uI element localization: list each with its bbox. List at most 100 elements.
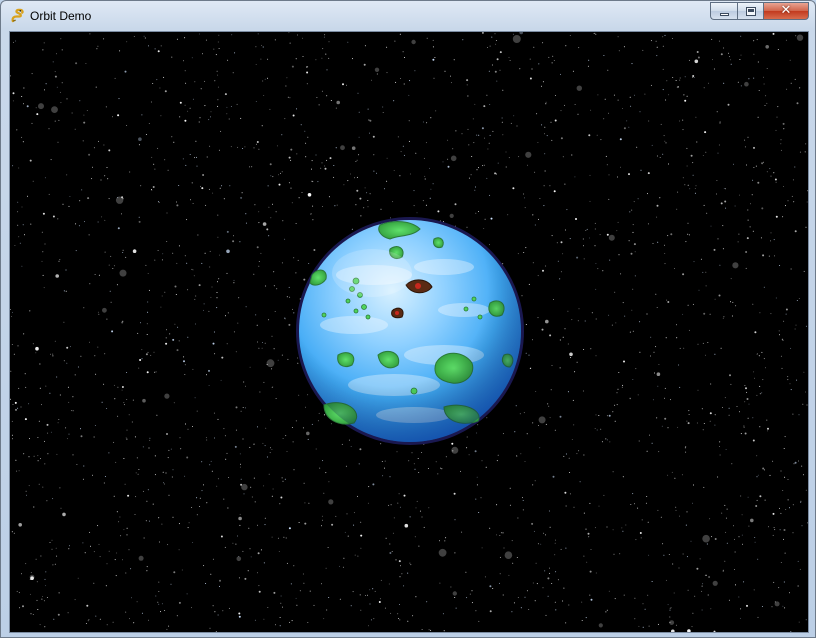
star	[17, 345, 19, 347]
star	[635, 368, 637, 370]
star	[554, 119, 557, 122]
star	[740, 433, 742, 435]
star	[242, 148, 244, 149]
star	[372, 588, 374, 590]
star	[529, 77, 532, 80]
star	[210, 296, 212, 298]
star	[161, 523, 163, 525]
star	[552, 55, 554, 57]
star	[414, 468, 416, 470]
star	[606, 526, 608, 528]
star	[594, 428, 596, 429]
star	[244, 146, 246, 148]
star	[230, 106, 232, 107]
star	[196, 165, 198, 167]
star	[286, 296, 288, 298]
star	[502, 134, 504, 136]
maximize-button[interactable]	[737, 2, 763, 20]
star	[120, 535, 122, 537]
star	[28, 485, 30, 487]
star	[606, 164, 608, 166]
bright-star-glow	[164, 393, 170, 399]
star	[534, 224, 536, 226]
star	[174, 285, 177, 288]
star	[258, 590, 261, 593]
star	[80, 355, 82, 357]
star	[418, 472, 420, 473]
star	[659, 197, 661, 199]
star	[303, 582, 305, 584]
star	[725, 531, 727, 533]
star	[744, 146, 746, 148]
star	[554, 429, 556, 431]
star	[780, 562, 782, 563]
star	[204, 80, 206, 82]
star	[734, 205, 736, 207]
star	[123, 529, 125, 531]
star	[763, 469, 765, 471]
star	[517, 517, 519, 519]
star	[720, 53, 723, 56]
star	[461, 531, 463, 533]
star	[576, 256, 579, 259]
star	[746, 164, 747, 166]
star	[681, 474, 683, 476]
star	[789, 592, 790, 594]
star	[384, 460, 386, 462]
star	[526, 433, 528, 435]
star	[443, 630, 445, 632]
minimize-button[interactable]	[710, 2, 737, 20]
star	[717, 152, 719, 154]
star	[548, 510, 550, 512]
star	[160, 115, 162, 117]
star	[623, 127, 626, 130]
close-button[interactable]: ✕	[763, 2, 809, 20]
star	[789, 383, 791, 385]
star	[625, 524, 627, 526]
star	[142, 446, 144, 448]
star	[538, 63, 540, 65]
star	[223, 198, 225, 200]
star	[587, 532, 590, 535]
star	[725, 449, 727, 450]
star	[199, 497, 201, 499]
star	[209, 145, 211, 147]
star	[217, 214, 219, 216]
star	[593, 33, 595, 34]
star	[191, 182, 193, 184]
star	[52, 215, 55, 218]
game-canvas[interactable]	[9, 31, 809, 633]
star	[165, 342, 168, 345]
star	[26, 105, 29, 108]
star	[524, 596, 526, 598]
star	[562, 156, 564, 158]
star	[595, 318, 597, 320]
star	[74, 599, 76, 601]
star	[225, 315, 226, 317]
bright-star-glow	[241, 483, 248, 491]
star	[637, 198, 639, 200]
star	[63, 290, 65, 292]
star	[435, 110, 437, 112]
star	[83, 307, 85, 309]
star	[161, 259, 163, 261]
bright-star-glow	[102, 307, 107, 313]
star	[599, 234, 601, 236]
star	[291, 65, 294, 68]
star	[547, 595, 549, 597]
star	[510, 122, 512, 124]
star	[735, 584, 736, 586]
bright-star-glow	[266, 359, 275, 368]
star	[30, 613, 32, 615]
star	[286, 562, 288, 564]
star	[495, 173, 497, 175]
star	[614, 598, 616, 600]
star	[694, 59, 699, 64]
star	[578, 47, 580, 49]
star	[44, 177, 46, 179]
star	[239, 466, 241, 468]
star	[131, 421, 133, 423]
star	[278, 183, 281, 186]
title-bar[interactable]: Orbit Demo ✕	[1, 1, 815, 30]
star	[126, 399, 128, 400]
